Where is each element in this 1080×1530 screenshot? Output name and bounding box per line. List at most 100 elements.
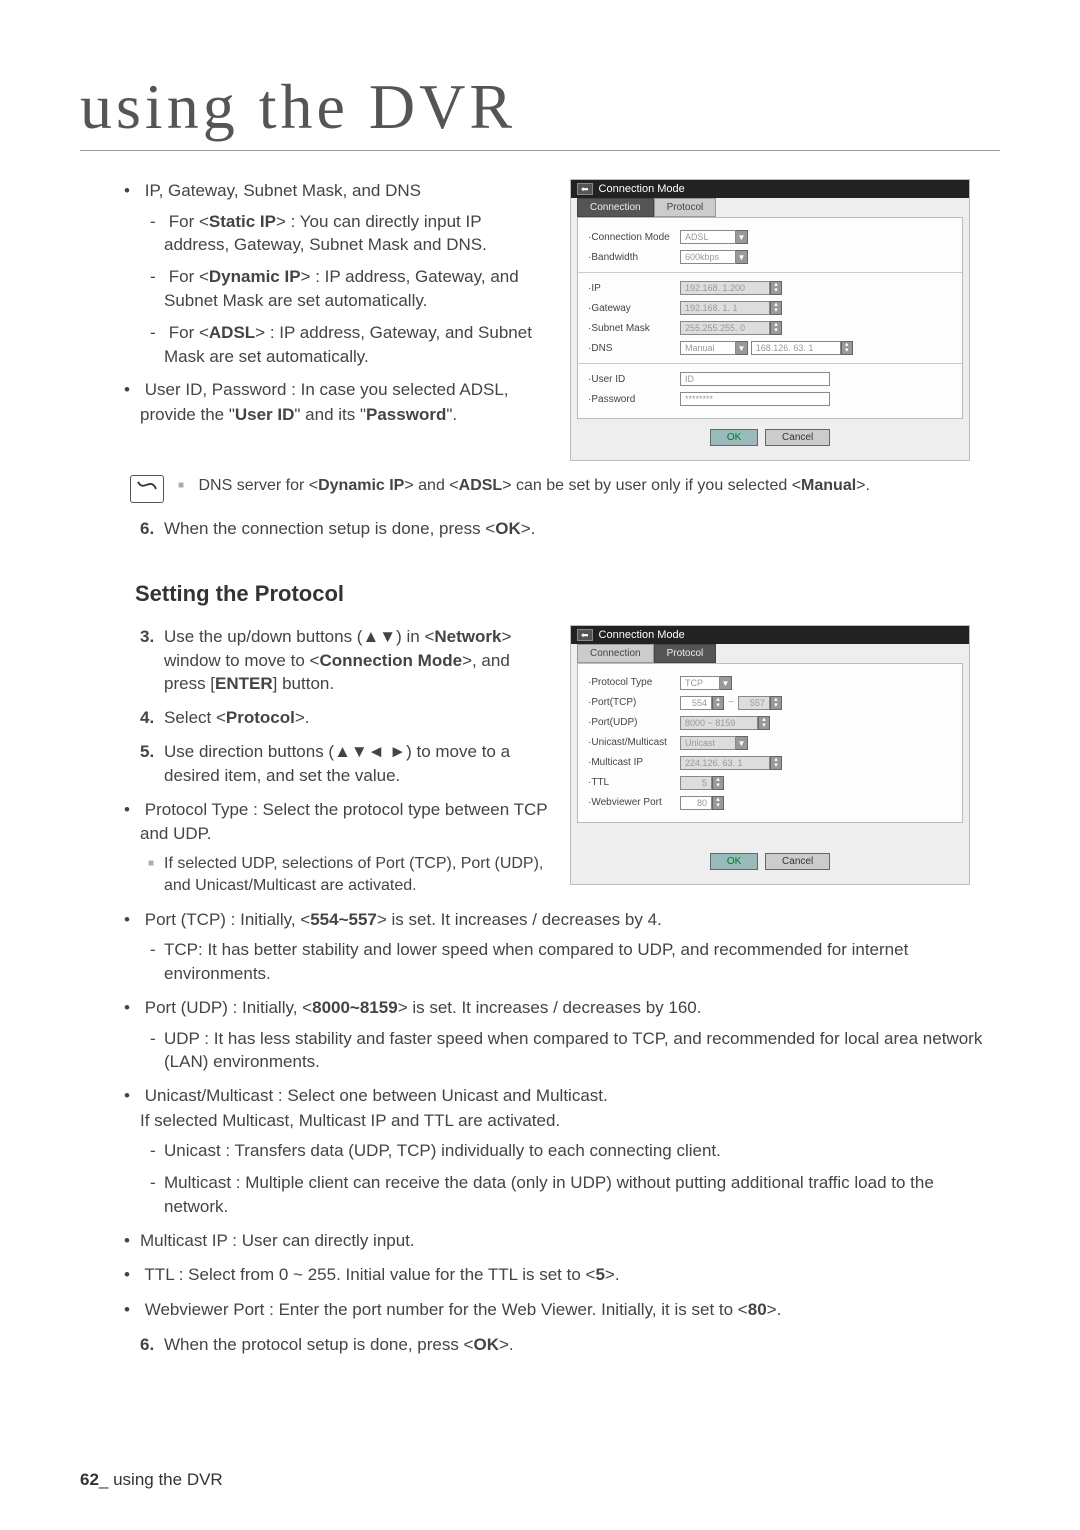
t: When the protocol setup is done, press < [164, 1335, 474, 1354]
dialog-title: Connection Mode [571, 626, 969, 644]
spinner-icon[interactable]: ▴▾ [841, 341, 853, 355]
gateway-field[interactable]: 192.168. 1. 1 [680, 301, 770, 315]
spinner-icon[interactable]: ▴▾ [712, 776, 724, 790]
sub-udp-activated: If selected UDP, selections of Port (TCP… [164, 853, 550, 898]
n: 4. [140, 706, 154, 730]
sub-unicast: Unicast : Transfers data (UDP, TCP) indi… [164, 1139, 1000, 1163]
t: Network [434, 627, 501, 646]
t: Protocol Type : Select the protocol type… [140, 800, 547, 844]
bullet-unicast-multicast: Unicast/Multicast : Select one between U… [140, 1084, 1000, 1219]
sub-adsl: For <ADSL> : IP address, Gateway, and Su… [164, 321, 550, 369]
label-subnet: Subnet Mask [588, 323, 680, 334]
n: 3. [140, 625, 154, 649]
port-udp-field[interactable]: 8000 ~ 8159 [680, 716, 758, 730]
t: >. [521, 519, 536, 538]
chevron-down-icon: ▼ [736, 341, 748, 355]
label-multicast-ip: Multicast IP [588, 757, 680, 768]
connection-mode-dialog-1: Connection Mode Connection Protocol Conn… [570, 179, 970, 461]
label-protocol-type: Protocol Type [588, 677, 680, 688]
select-connection-mode[interactable]: ADSL▼ [680, 230, 748, 244]
label-bandwidth: Bandwidth [588, 252, 680, 263]
cancel-button[interactable]: Cancel [765, 429, 830, 446]
dns-ip-field[interactable]: 168.126. 63. 1 [751, 341, 841, 355]
port-tcp-from[interactable]: 554 [680, 696, 712, 710]
note-dns: DNS server for <Dynamic IP> and <ADSL> c… [178, 475, 870, 497]
t: ADSL [209, 323, 255, 342]
t: Select < [164, 708, 226, 727]
spinner-icon[interactable]: ▴▾ [770, 301, 782, 315]
spinner-icon[interactable]: ▴▾ [770, 696, 782, 710]
userid-field[interactable]: ID [680, 372, 830, 386]
t: >. [499, 1335, 514, 1354]
spinner-icon[interactable]: ▴▾ [712, 696, 724, 710]
ok-button[interactable]: OK [710, 853, 758, 870]
select-dns-mode[interactable]: Manual▼ [680, 341, 748, 355]
select-unicast-multicast[interactable]: Unicast▼ [680, 736, 748, 750]
multicast-ip-field[interactable]: 224.126. 63. 1 [680, 756, 770, 770]
spinner-icon[interactable]: ▴▾ [758, 716, 770, 730]
text: IP, Gateway, Subnet Mask, and DNS [145, 181, 421, 200]
subnet-field[interactable]: 255.255.255. 0 [680, 321, 770, 335]
webviewer-port-field[interactable]: 80 [680, 796, 712, 810]
step-4: 4. Select <Protocol>. [140, 706, 550, 730]
t: Dynamic IP [318, 477, 404, 494]
t: User ID [235, 405, 295, 424]
t: Unicast/Multicast : Select one between U… [145, 1086, 608, 1105]
t: ] button. [273, 674, 334, 693]
spinner-icon[interactable]: ▴▾ [770, 281, 782, 295]
n: 5. [140, 740, 154, 764]
ok-button[interactable]: OK [710, 429, 758, 446]
t: >. [295, 708, 310, 727]
tab-connection[interactable]: Connection [577, 644, 654, 663]
t: Webviewer Port : Enter the port number f… [145, 1300, 748, 1319]
footer-text: _ using the DVR [99, 1470, 223, 1489]
password-field[interactable]: ******** [680, 392, 830, 406]
v: TCP [680, 676, 720, 690]
label-unicast-multicast: Unicast/Multicast [588, 737, 680, 748]
tab-protocol[interactable]: Protocol [654, 198, 717, 217]
sub-udp-desc: UDP : It has less stability and faster s… [164, 1027, 1000, 1075]
n: 6. [140, 517, 154, 541]
t: TTL : Select from 0 ~ 255. Initial value… [144, 1265, 595, 1284]
spinner-icon[interactable]: ▴▾ [770, 756, 782, 770]
v: Unicast [680, 736, 736, 750]
t: 554~557 [310, 910, 377, 929]
t: OK [474, 1335, 500, 1354]
label-userid: User ID [588, 374, 680, 385]
t: Password [366, 405, 446, 424]
label-dns: DNS [588, 343, 680, 354]
t: OK [495, 519, 521, 538]
tab-protocol[interactable]: Protocol [654, 644, 717, 663]
note-icon [130, 475, 164, 503]
t: 8000~8159 [312, 998, 398, 1017]
v: ADSL [680, 230, 736, 244]
sub-multicast: Multicast : Multiple client can receive … [164, 1171, 1000, 1219]
spinner-icon[interactable]: ▴▾ [712, 796, 724, 810]
select-protocol-type[interactable]: TCP▼ [680, 676, 732, 690]
bullet-webviewer-port: Webviewer Port : Enter the port number f… [140, 1298, 1000, 1323]
v: 600kbps [680, 250, 736, 264]
ttl-field[interactable]: 5 [680, 776, 712, 790]
ip-field[interactable]: 192.168. 1.200 [680, 281, 770, 295]
chevron-down-icon: ▼ [736, 230, 748, 244]
t: Dynamic IP [209, 267, 301, 286]
t: > and < [404, 477, 458, 494]
t: Use direction buttons (▲▼◄ ►) to move to… [164, 742, 510, 785]
bullet-userid: User ID, Password : In case you selected… [140, 378, 550, 427]
step-5: 5. Use direction buttons (▲▼◄ ►) to move… [140, 740, 550, 788]
t: For < [169, 323, 209, 342]
t: ~ [724, 697, 738, 708]
t: For < [169, 267, 209, 286]
cancel-button[interactable]: Cancel [765, 853, 830, 870]
chevron-down-icon: ▼ [736, 736, 748, 750]
t: Port (UDP) : Initially, < [145, 998, 312, 1017]
select-bandwidth[interactable]: 600kbps▼ [680, 250, 748, 264]
label-port-tcp: Port(TCP) [588, 697, 680, 708]
label-ttl: TTL [588, 777, 680, 788]
port-tcp-to: 557 [738, 696, 770, 710]
n: 6. [140, 1333, 154, 1357]
tab-connection[interactable]: Connection [577, 198, 654, 217]
heading-setting-protocol: Setting the Protocol [135, 581, 1000, 607]
t: Protocol [226, 708, 295, 727]
spinner-icon[interactable]: ▴▾ [770, 321, 782, 335]
